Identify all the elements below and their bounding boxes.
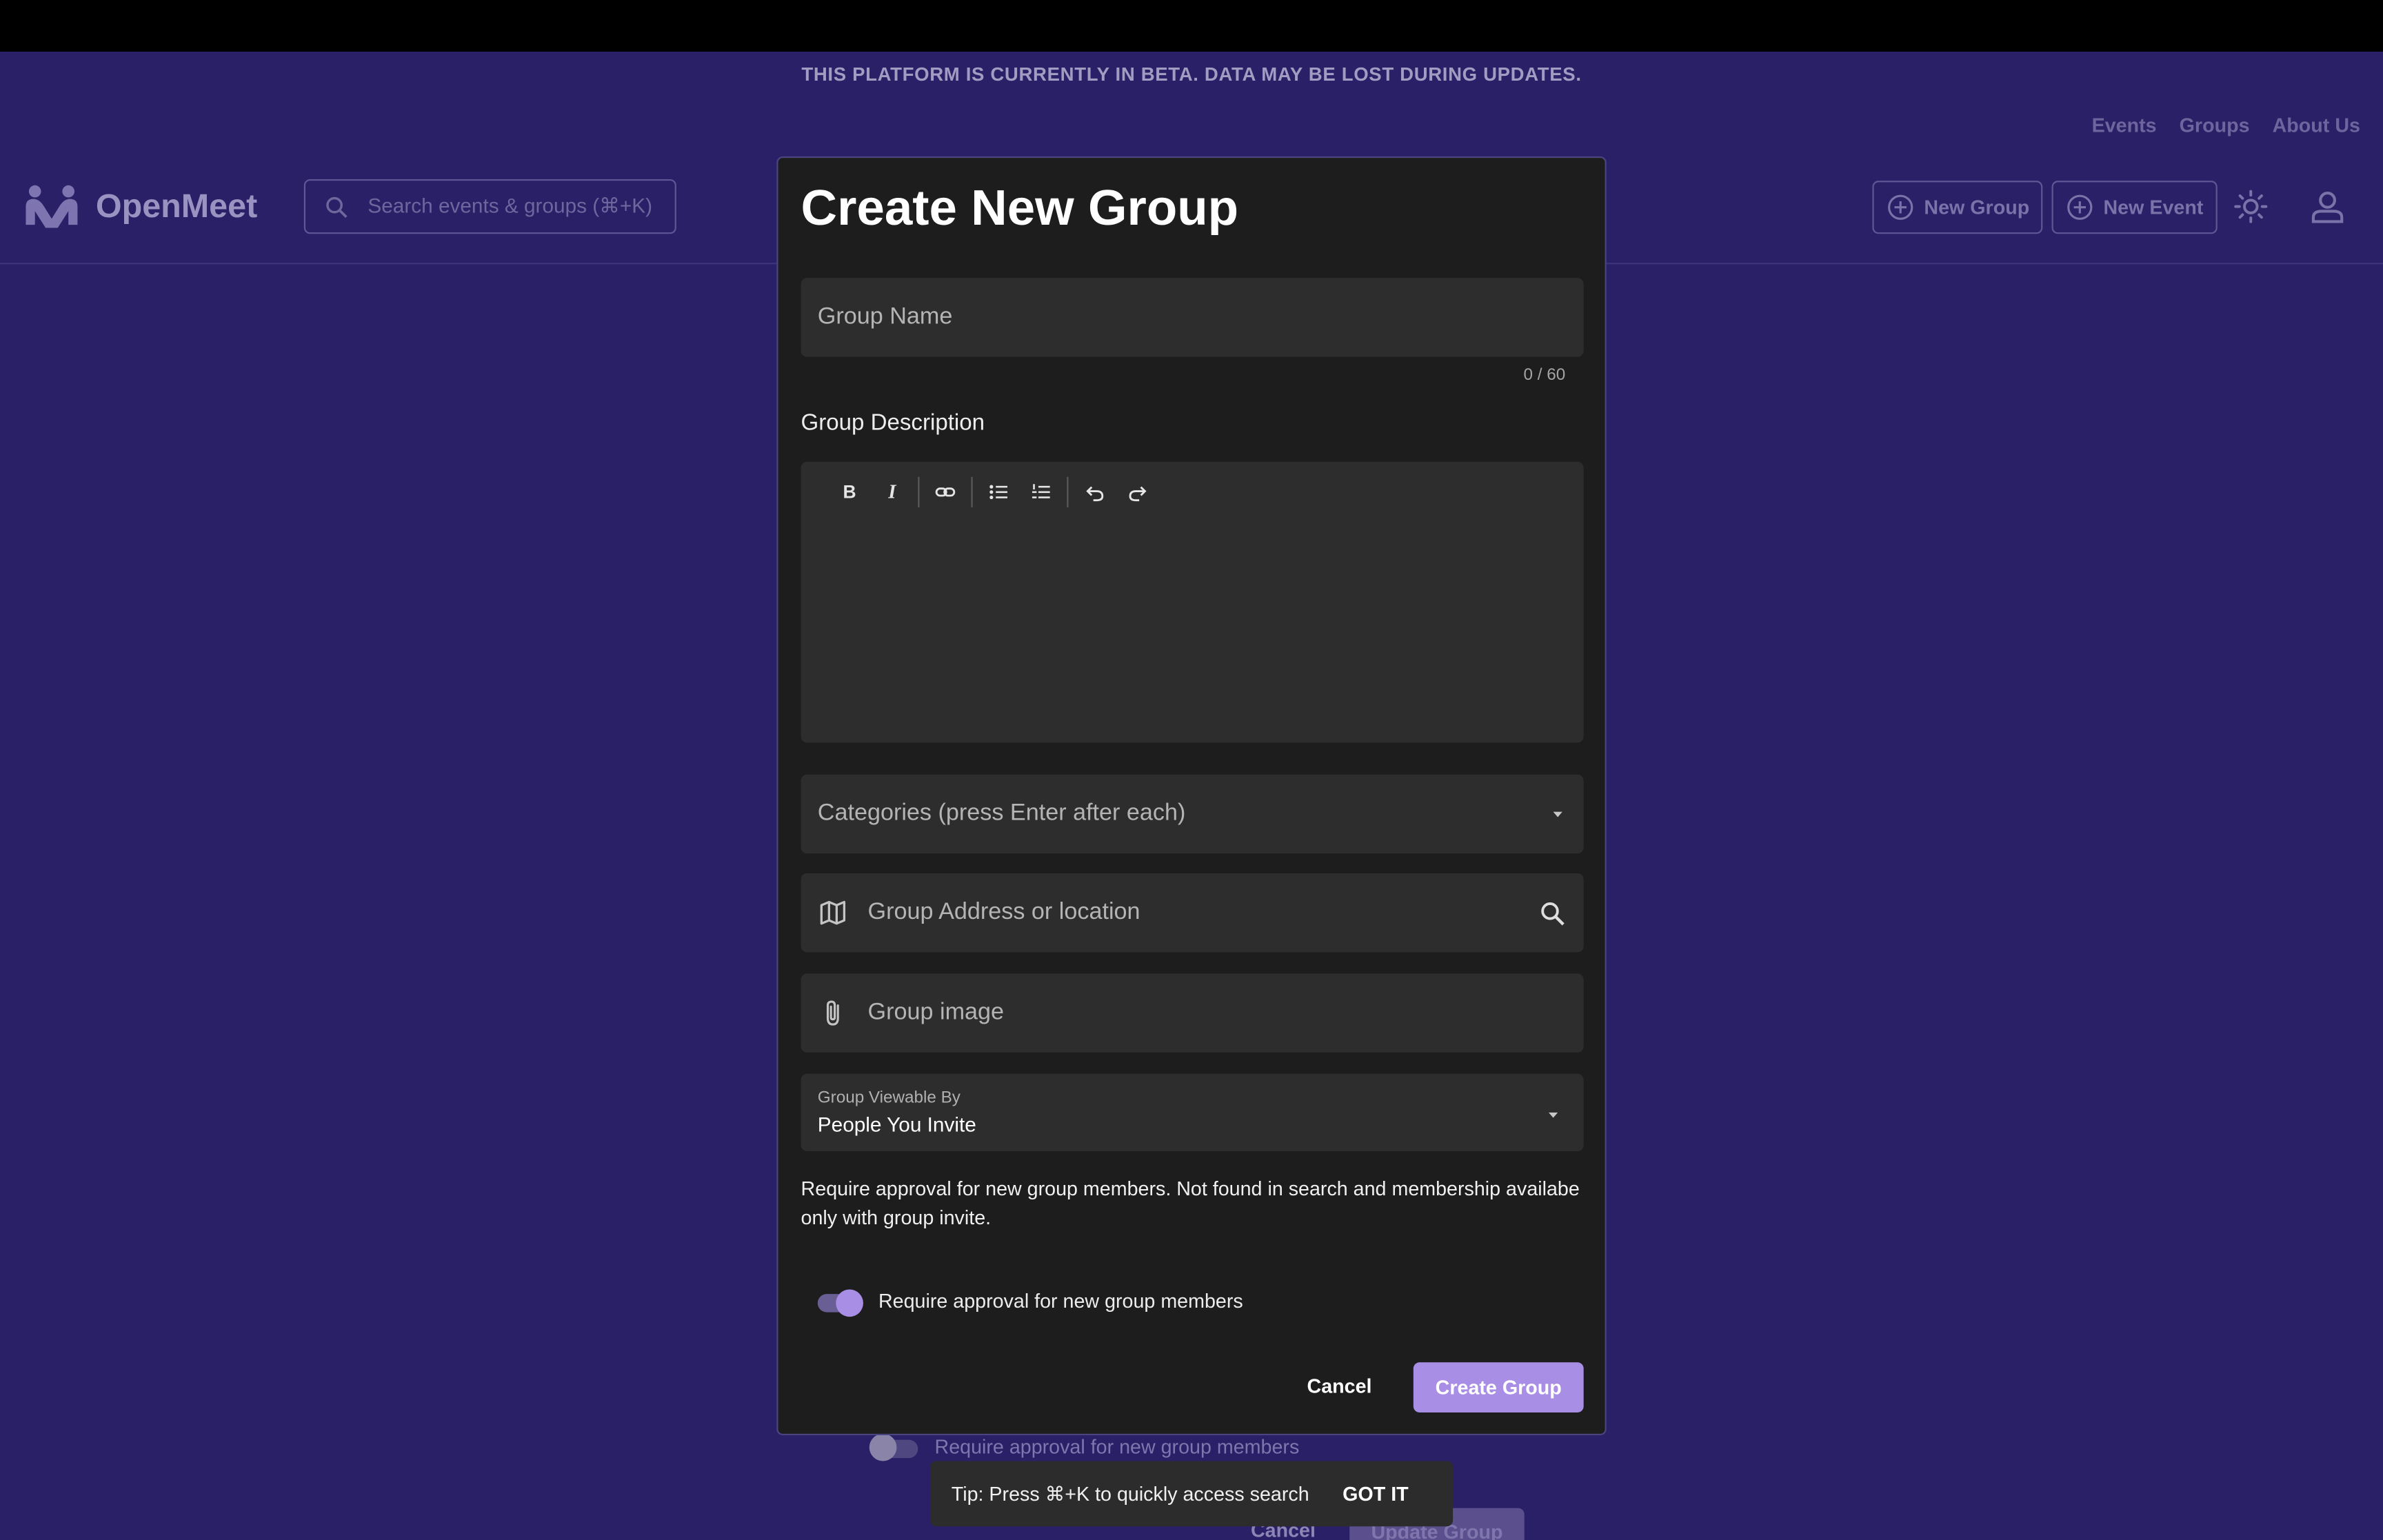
numbered-list-icon xyxy=(1032,484,1050,498)
search-placeholder: Search events & groups (⌘+K) xyxy=(368,194,653,218)
undo-icon xyxy=(1085,485,1103,501)
create-group-dialog: Create New Group Group Name 0 / 60 Group… xyxy=(776,156,1607,1436)
bullet-list-icon xyxy=(989,485,1007,500)
categories-select[interactable]: Categories (press Enter after each) xyxy=(801,774,1584,854)
approval-toggle[interactable] xyxy=(817,1288,867,1318)
group-description-editor[interactable]: B I xyxy=(801,461,1584,743)
beta-banner: THIS PLATFORM IS CURRENTLY IN BETA. DATA… xyxy=(801,63,1582,85)
add-circle-icon xyxy=(1888,194,1913,220)
group-image-input[interactable]: Group image xyxy=(801,973,1584,1053)
visibility-label: Group Viewable By xyxy=(817,1088,961,1108)
create-group-button[interactable]: Create Group xyxy=(1413,1362,1584,1412)
group-address-input[interactable]: Group Address or location xyxy=(801,873,1584,953)
categories-placeholder: Categories (press Enter after each) xyxy=(817,800,1186,827)
bullet-list-button[interactable] xyxy=(977,477,1020,507)
toolbar-divider xyxy=(1067,476,1069,507)
attachment-icon xyxy=(826,1000,839,1026)
new-event-label: New Event xyxy=(2103,196,2204,219)
search-input[interactable]: Search events & groups (⌘+K) xyxy=(303,179,676,234)
tip-snackbar: Tip: Press ⌘+K to quickly access search … xyxy=(929,1461,1454,1527)
account-icon[interactable] xyxy=(2309,188,2346,226)
theme-toggle-sun-icon[interactable] xyxy=(2233,188,2269,225)
background-approval-label: Require approval for new group members xyxy=(934,1435,1300,1459)
toolbar-divider xyxy=(971,476,973,507)
dialog-title: Create New Group xyxy=(801,179,1239,236)
bold-button[interactable]: B xyxy=(828,477,871,507)
search-icon[interactable] xyxy=(1538,898,1567,927)
background-approval-toggle xyxy=(869,1433,921,1461)
nav-link-events[interactable]: Events xyxy=(2092,114,2157,136)
browser-top-bar xyxy=(0,0,2383,52)
approval-toggle-label: Require approval for new group members xyxy=(878,1289,1243,1313)
numbered-list-button[interactable] xyxy=(1020,477,1063,507)
redo-button[interactable] xyxy=(1116,477,1158,507)
new-group-label: New Group xyxy=(1924,196,2030,219)
group-name-placeholder: Group Name xyxy=(817,303,953,330)
editor-toolbar: B I xyxy=(828,476,1158,507)
new-group-button[interactable]: New Group xyxy=(1872,181,2044,234)
toolbar-divider xyxy=(918,476,920,507)
italic-button[interactable]: I xyxy=(871,477,914,507)
group-address-placeholder: Group Address or location xyxy=(867,899,1140,925)
new-event-button[interactable]: New Event xyxy=(2051,181,2218,234)
snackbar-text: Tip: Press ⌘+K to quickly access search xyxy=(951,1481,1309,1505)
brand-logo[interactable]: OpenMeet xyxy=(23,182,257,231)
group-description-label: Group Description xyxy=(801,409,985,436)
got-it-button[interactable]: GOT IT xyxy=(1343,1482,1409,1505)
nav-link-groups[interactable]: Groups xyxy=(2180,114,2250,136)
app-screen: THIS PLATFORM IS CURRENTLY IN BETA. DATA… xyxy=(0,0,2383,1540)
map-icon xyxy=(820,900,846,925)
dropdown-arrow-icon xyxy=(1548,1112,1558,1118)
link-button[interactable] xyxy=(924,477,967,507)
link-icon xyxy=(935,487,956,497)
top-nav: Events Groups About Us xyxy=(2092,114,2360,136)
redo-icon xyxy=(1128,485,1146,501)
nav-link-about-us[interactable]: About Us xyxy=(2273,114,2360,136)
visibility-help-text: Require approval for new group members. … xyxy=(801,1177,1580,1229)
cancel-button[interactable]: Cancel xyxy=(1307,1375,1372,1397)
group-visibility-select[interactable]: Group Viewable By People You Invite xyxy=(801,1073,1584,1152)
visibility-value: People You Invite xyxy=(817,1113,976,1136)
dropdown-arrow-icon xyxy=(1553,811,1562,818)
group-image-placeholder: Group image xyxy=(867,999,1005,1026)
openmeet-logo-icon xyxy=(26,185,78,228)
group-name-counter: 0 / 60 xyxy=(1523,365,1566,385)
group-name-input[interactable]: Group Name xyxy=(801,278,1584,357)
brand-name: OpenMeet xyxy=(95,186,258,225)
add-circle-icon xyxy=(2067,194,2093,220)
undo-button[interactable] xyxy=(1073,477,1116,507)
search-icon xyxy=(326,196,348,218)
